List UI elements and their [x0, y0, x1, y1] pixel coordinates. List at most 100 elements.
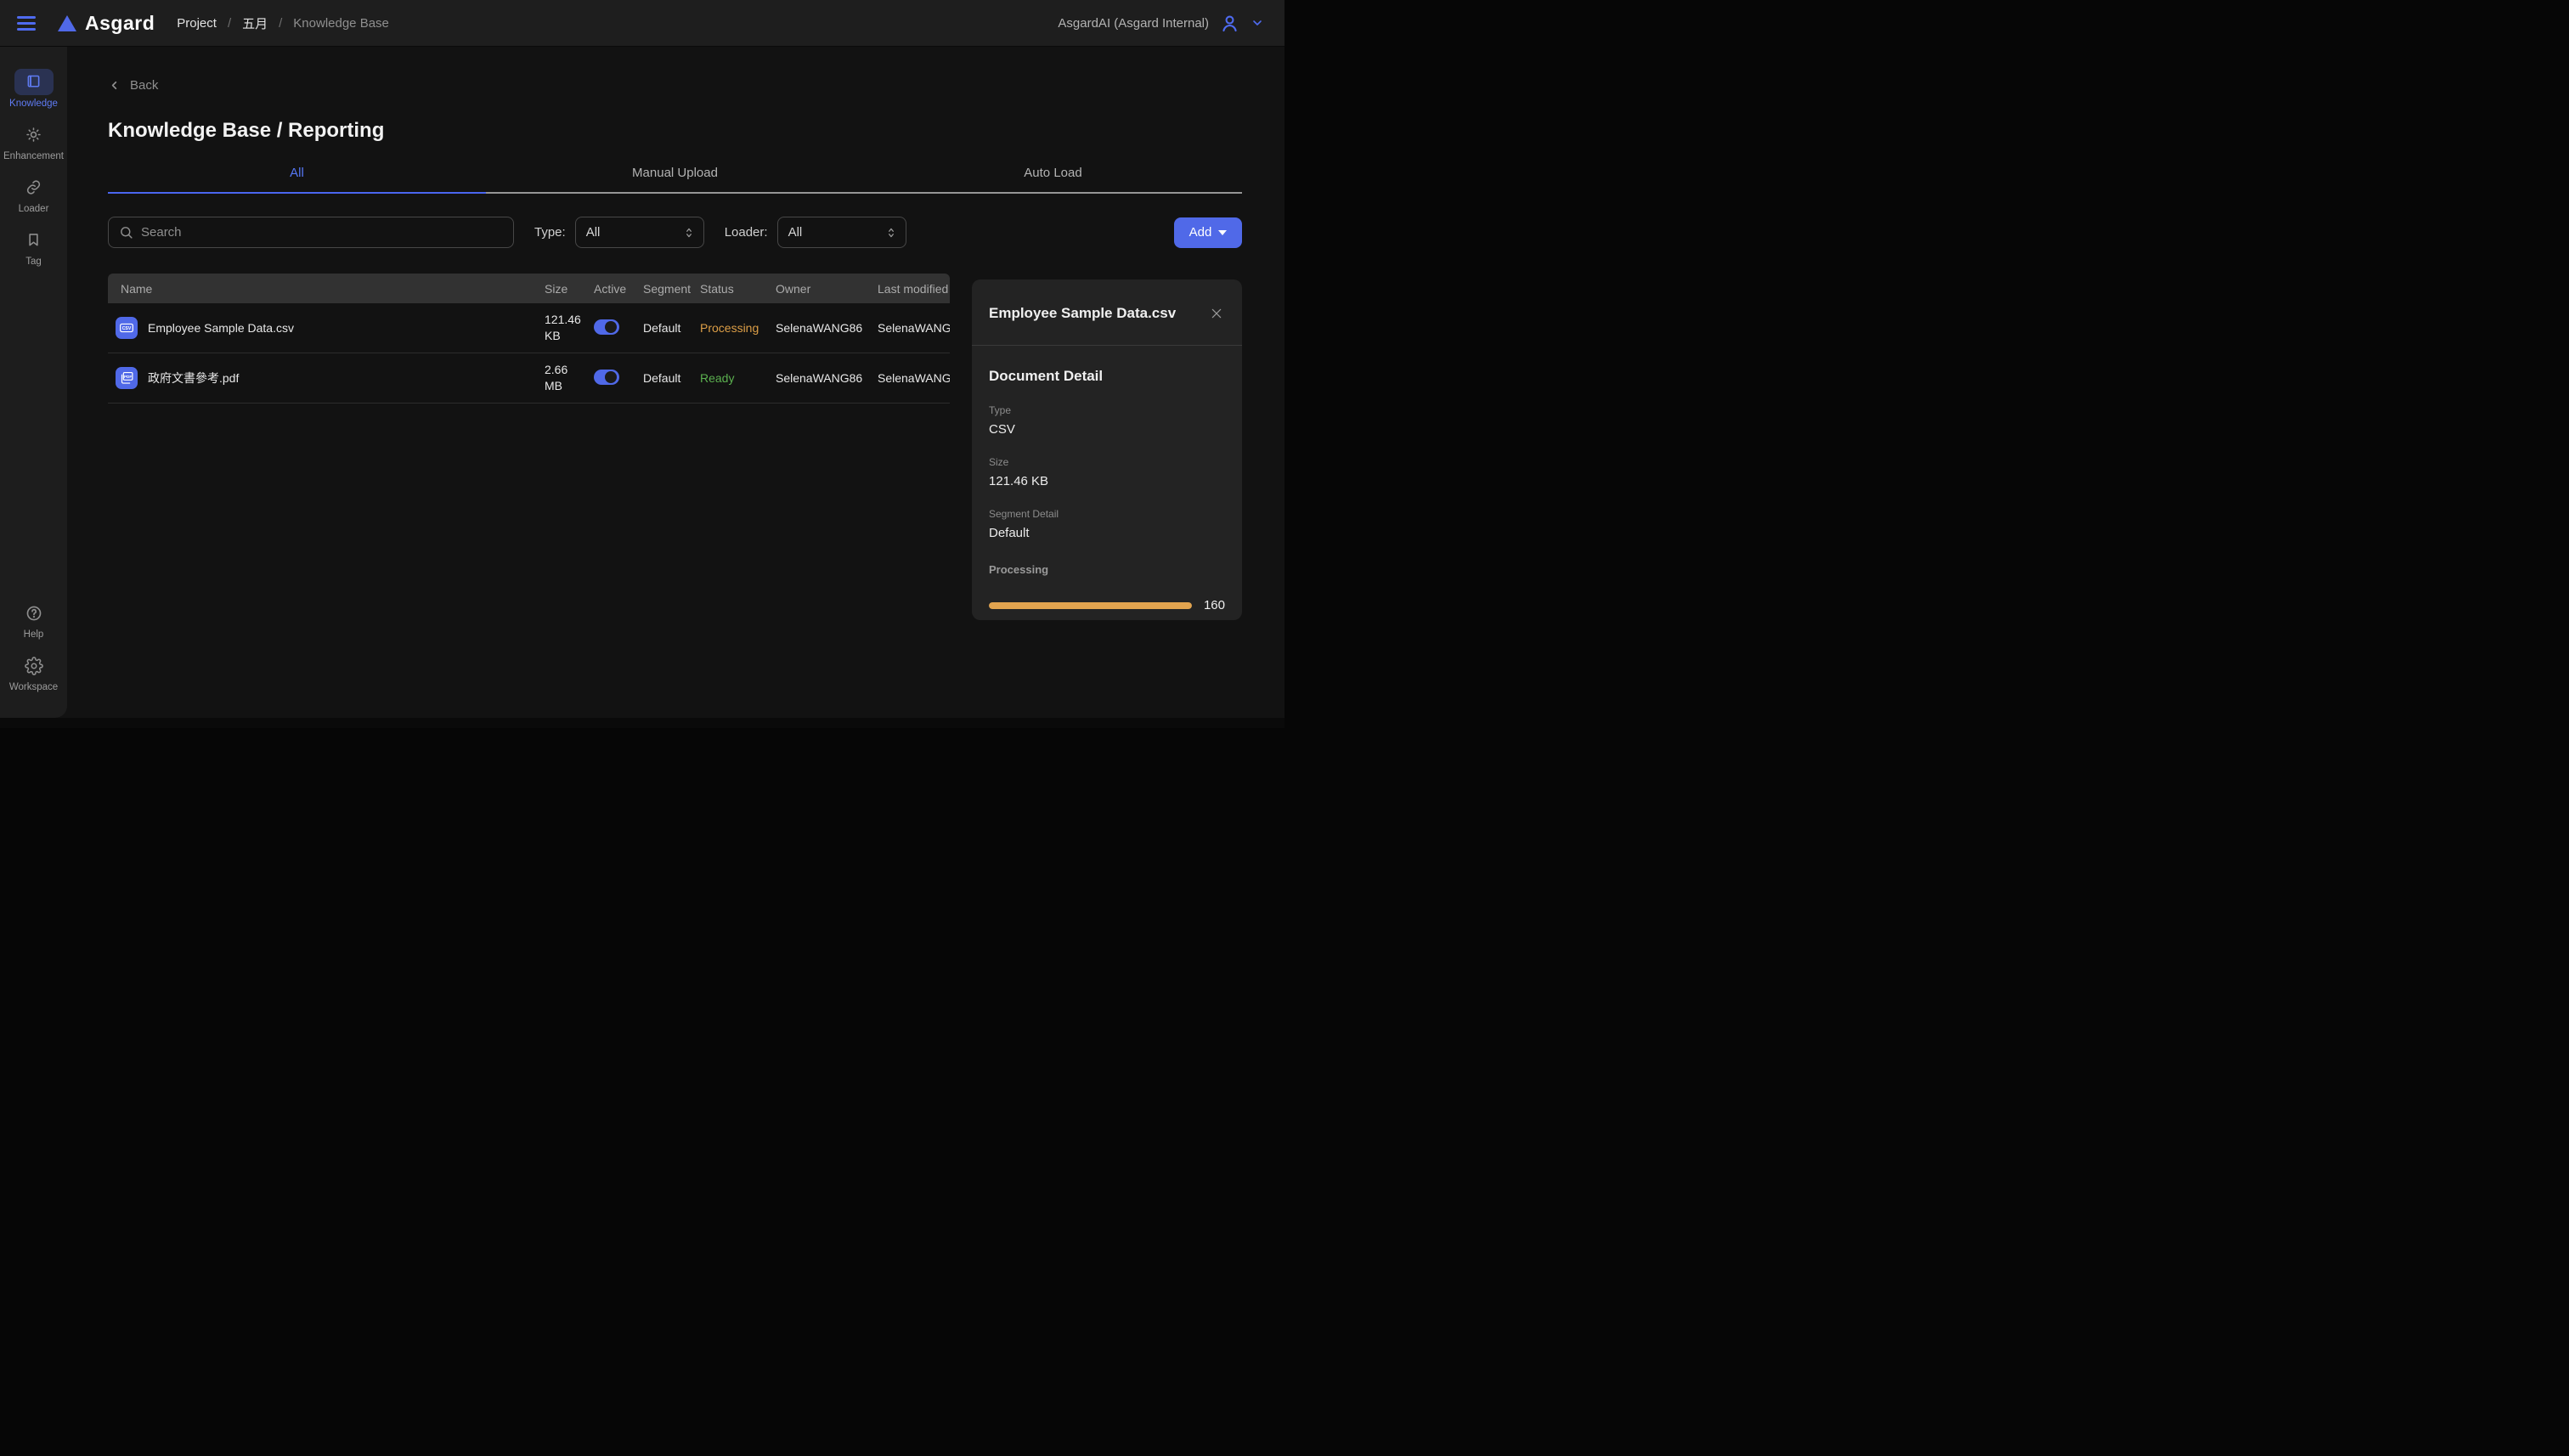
field-label-segment-detail: Segment Detail: [989, 508, 1225, 520]
sidebar-item-workspace[interactable]: Workspace: [0, 652, 67, 692]
menu-icon[interactable]: [17, 10, 42, 36]
chevron-left-icon: [108, 79, 121, 92]
account-label: AsgardAI (Asgard Internal): [1058, 16, 1209, 31]
field-value-segment-detail: Default: [989, 526, 1225, 540]
svg-text:PDF: PDF: [124, 375, 132, 379]
back-button[interactable]: Back: [108, 78, 158, 93]
active-toggle[interactable]: [594, 319, 619, 335]
column-header-segment: Segment: [643, 282, 700, 296]
back-label: Back: [130, 78, 158, 93]
window-bottom-edge: [0, 718, 1284, 728]
column-header-active: Active: [594, 282, 643, 296]
column-header-size: Size: [545, 282, 594, 296]
document-size: 121.46 KB: [545, 312, 594, 344]
processing-label: Processing: [989, 563, 1225, 576]
app-window: Asgard Project / 五月 / Knowledge Base Asg…: [0, 0, 1284, 728]
close-icon[interactable]: [1208, 305, 1225, 324]
sidebar-item-label: Workspace: [9, 682, 58, 692]
breadcrumb-month[interactable]: 五月: [242, 14, 268, 32]
search-box[interactable]: [108, 217, 514, 248]
field-value-type: CSV: [989, 422, 1225, 437]
status-badge: Processing: [700, 321, 776, 335]
chevron-down-icon[interactable]: [1251, 16, 1264, 30]
search-input[interactable]: [141, 225, 503, 240]
panel-header: Employee Sample Data.csv: [972, 279, 1242, 346]
panel-section-title: Document Detail: [989, 368, 1225, 385]
breadcrumb: Project / 五月 / Knowledge Base: [177, 14, 389, 32]
field-label-size: Size: [989, 456, 1225, 468]
top-bar: Asgard Project / 五月 / Knowledge Base Asg…: [0, 0, 1284, 47]
type-filter-label: Type:: [534, 225, 566, 240]
sidebar-item-label: Loader: [19, 204, 49, 214]
field-label-type: Type: [989, 404, 1225, 416]
document-owner: SelenaWANG86: [776, 321, 878, 335]
progress-value: 160: [1204, 598, 1225, 612]
select-arrows-icon: [885, 226, 897, 240]
select-arrows-icon: [683, 226, 695, 240]
table-row[interactable]: CSV Employee Sample Data.csv 121.46 KB D…: [108, 303, 950, 353]
document-last-modified-by: SelenaWANG86: [878, 371, 950, 385]
filter-row: Type: All Loader: All Add: [108, 217, 1242, 248]
sidebar-item-tag[interactable]: Tag: [0, 227, 67, 267]
column-header-last-modified-by: Last modified by: [878, 282, 950, 296]
link-icon: [14, 174, 54, 200]
breadcrumb-knowledge-base: Knowledge Base: [293, 16, 389, 31]
book-icon: [14, 69, 54, 95]
add-button[interactable]: Add: [1174, 217, 1242, 248]
caret-down-icon: [1218, 230, 1227, 235]
main-content: Back Knowledge Base / Reporting All Manu…: [67, 47, 1284, 728]
sidebar-item-loader[interactable]: Loader: [0, 174, 67, 214]
status-badge: Ready: [700, 371, 776, 385]
document-name[interactable]: Employee Sample Data.csv: [148, 321, 294, 335]
breadcrumb-separator: /: [228, 16, 231, 31]
account-area: AsgardAI (Asgard Internal): [1058, 13, 1264, 34]
breadcrumb-separator: /: [279, 16, 282, 31]
sidebar-item-knowledge[interactable]: Knowledge: [0, 69, 67, 109]
table-row[interactable]: PDF 政府文書參考.pdf 2.66 MB Default Ready Sel…: [108, 353, 950, 404]
bookmark-icon: [14, 227, 54, 253]
panel-body: Document Detail Type CSV Size 121.46 KB …: [972, 346, 1242, 612]
column-header-owner: Owner: [776, 282, 878, 296]
progress-bar: [989, 602, 1192, 609]
user-icon[interactable]: [1219, 13, 1240, 34]
tab-all[interactable]: All: [108, 166, 486, 194]
search-icon: [119, 225, 133, 240]
column-header-name: Name: [108, 282, 545, 296]
csv-file-icon: CSV: [116, 317, 138, 339]
brand-name: Asgard: [85, 12, 155, 35]
tab-bar: All Manual Upload Auto Load: [108, 166, 1242, 194]
type-select-value: All: [586, 225, 601, 240]
column-header-status: Status: [700, 282, 776, 296]
progress-row: 160: [989, 598, 1225, 612]
help-icon: [14, 600, 54, 626]
sun-icon: [14, 121, 54, 148]
brand-logo: Asgard: [58, 12, 155, 35]
document-name[interactable]: 政府文書參考.pdf: [148, 370, 239, 387]
sidebar-item-label: Enhancement: [3, 151, 64, 161]
sidebar-item-enhancement[interactable]: Enhancement: [0, 121, 67, 161]
loader-select-value: All: [788, 225, 803, 240]
add-button-label: Add: [1189, 225, 1212, 240]
document-segment: Default: [643, 321, 700, 335]
document-last-modified-by: SelenaWANG86: [878, 321, 950, 335]
tab-manual-upload[interactable]: Manual Upload: [486, 166, 864, 194]
document-detail-panel: Employee Sample Data.csv Document Detail…: [972, 279, 1242, 620]
gear-icon: [14, 652, 54, 679]
loader-filter-label: Loader:: [725, 225, 768, 240]
sidebar-item-help[interactable]: Help: [0, 600, 67, 640]
type-select[interactable]: All: [575, 217, 704, 248]
sidebar-item-label: Knowledge: [9, 99, 58, 109]
tab-auto-load[interactable]: Auto Load: [864, 166, 1242, 194]
breadcrumb-project[interactable]: Project: [177, 16, 217, 31]
table-header: Name Size Active Segment Status Owner La…: [108, 274, 950, 303]
document-segment: Default: [643, 371, 700, 385]
sidebar: Knowledge Enhancement Loader: [0, 47, 67, 718]
document-owner: SelenaWANG86: [776, 371, 878, 385]
logo-triangle-icon: [58, 15, 76, 31]
sidebar-item-label: Help: [24, 629, 44, 640]
document-size: 2.66 MB: [545, 362, 594, 394]
loader-select[interactable]: All: [777, 217, 906, 248]
panel-title: Employee Sample Data.csv: [989, 305, 1176, 322]
active-toggle[interactable]: [594, 370, 619, 385]
pdf-file-icon: PDF: [116, 367, 138, 389]
